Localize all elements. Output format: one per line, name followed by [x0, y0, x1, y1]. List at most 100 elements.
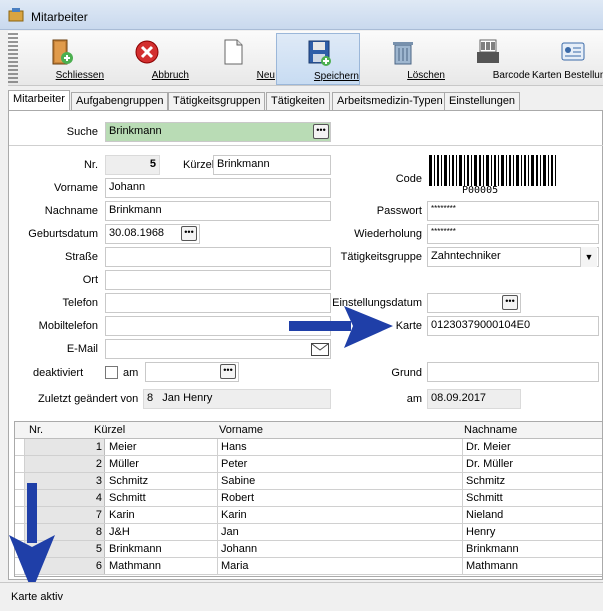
toolbar: Schliessen Abbruch Neu Speichern Löschen…: [8, 31, 603, 86]
table-row[interactable]: 3 Schmitz Sabine Schmitz: [15, 473, 602, 490]
delete-button[interactable]: Löschen: [361, 33, 445, 85]
close-button[interactable]: Schliessen: [20, 33, 104, 85]
am2-field: 08.09.2017: [427, 389, 521, 409]
arrow-annotation-status: [9, 483, 55, 591]
passwort-field[interactable]: ********: [427, 201, 599, 221]
grund-field[interactable]: [427, 362, 599, 382]
taetigkeitsgruppe-label: Tätigkeitsgruppe: [340, 251, 422, 263]
cancel-button[interactable]: Abbruch: [105, 33, 189, 85]
nr-field: 5: [105, 155, 160, 175]
cell-vorname: Sabine: [218, 473, 463, 489]
column-header-nr[interactable]: Nr.: [29, 424, 43, 436]
table-row[interactable]: 4 Schmitt Robert Schmitt: [15, 490, 602, 507]
geaendert-nr: 8: [147, 392, 154, 404]
vorname-field[interactable]: Johann: [105, 178, 331, 198]
cell-vorname: Hans: [218, 439, 463, 455]
einstellungsdatum-picker-button[interactable]: •••: [502, 295, 518, 310]
toolbar-grip[interactable]: [8, 33, 18, 83]
search-label: Suche: [66, 126, 98, 138]
kuerzel-label: Kürzel: [183, 159, 215, 171]
deaktiviert-checkbox[interactable]: [105, 366, 118, 379]
geaendert-name: Jan Henry: [162, 392, 213, 404]
row-selector[interactable]: [15, 456, 25, 472]
taetigkeitsgruppe-value: Zahntechniker: [431, 250, 501, 262]
cell-vorname: Johann: [218, 541, 463, 557]
mobiltelefon-label: Mobiltelefon: [38, 320, 98, 332]
table-row[interactable]: 1 Meier Hans Dr. Meier: [15, 439, 602, 456]
app-icon: [8, 8, 24, 22]
cell-kuerzel: J&H: [106, 524, 218, 540]
table-row[interactable]: 6 Mathmann Maria Mathmann: [15, 558, 602, 575]
cell-kuerzel: Meier: [106, 439, 218, 455]
barcode: P00005: [427, 155, 570, 198]
tab-taetigkeiten[interactable]: Tätigkeiten: [266, 92, 330, 110]
karte-field[interactable]: 01230379000104E0: [427, 316, 599, 336]
geaendert-field: 8 Jan Henry: [143, 389, 331, 409]
kuerzel-field[interactable]: Brinkmann: [213, 155, 331, 175]
arrow-annotation-karte: [289, 306, 393, 348]
status-bar: Karte aktiv: [0, 582, 603, 611]
cell-nr: 1: [25, 439, 105, 455]
table-row[interactable]: 7 Karin Karin Nieland: [15, 507, 602, 524]
new-document-icon: [224, 39, 243, 65]
taetigkeitsgruppe-select[interactable]: Zahntechniker: [427, 247, 599, 267]
save-button[interactable]: Speichern: [276, 33, 360, 85]
code-label: Code: [395, 173, 422, 185]
tab-taetigkeitsgruppen[interactable]: Tätigkeitsgruppen: [168, 92, 266, 110]
new-button[interactable]: Neu: [191, 33, 275, 85]
card-order-button[interactable]: Karten Bestellung: [531, 33, 603, 85]
cell-vorname: Karin: [218, 507, 463, 523]
exit-door-icon: [52, 39, 73, 65]
barcode-printer-icon: [477, 39, 499, 63]
cell-nachname: Schmitt: [463, 490, 602, 506]
nr-label: Nr.: [83, 159, 98, 171]
row-selector[interactable]: [15, 439, 25, 455]
column-header-kuerzel[interactable]: Kürzel: [94, 424, 125, 436]
geaendert-label: Zuletzt geändert von: [38, 393, 139, 405]
table-row[interactable]: 5 Brinkmann Johann Brinkmann: [15, 541, 602, 558]
search-lookup-button[interactable]: •••: [313, 124, 329, 139]
cell-nachname: Brinkmann: [463, 541, 602, 557]
nachname-field[interactable]: Brinkmann: [105, 201, 331, 221]
deaktiviert-label: deaktiviert: [33, 367, 84, 379]
table-row[interactable]: 8 J&H Jan Henry: [15, 524, 602, 541]
chevron-down-icon[interactable]: ▼: [580, 247, 597, 267]
cell-kuerzel: Schmitz: [106, 473, 218, 489]
karte-label: Karte: [395, 320, 422, 332]
save-icon: [308, 40, 331, 66]
cell-nachname: Nieland: [463, 507, 602, 523]
column-header-vorname[interactable]: Vorname: [219, 424, 263, 436]
divider: [9, 145, 603, 146]
grund-label: Grund: [391, 367, 422, 379]
cell-nachname: Mathmann: [463, 558, 602, 574]
wiederholung-field[interactable]: ********: [427, 224, 599, 244]
column-header-nachname[interactable]: Nachname: [464, 424, 517, 436]
search-input[interactable]: Brinkmann: [105, 122, 331, 142]
email-label: E-Mail: [66, 343, 98, 355]
id-card-icon: [561, 42, 585, 61]
tab-einstellungen[interactable]: Einstellungen: [444, 92, 521, 110]
vorname-label: Vorname: [53, 182, 98, 194]
window-title: Mitarbeiter: [31, 10, 88, 24]
deaktiviert-date-picker-button[interactable]: •••: [220, 364, 236, 379]
ort-field[interactable]: [105, 270, 331, 290]
cell-kuerzel: Schmitt: [106, 490, 218, 506]
delete-bin-icon: [393, 42, 413, 65]
ort-label: Ort: [82, 274, 98, 286]
status-text: Karte aktiv: [11, 591, 63, 603]
strasse-field[interactable]: [105, 247, 331, 267]
tab-aufgabengruppen[interactable]: Aufgabengruppen: [71, 92, 169, 110]
cell-vorname: Robert: [218, 490, 463, 506]
barcode-image: [429, 155, 556, 186]
am2-label: am: [406, 393, 422, 405]
barcode-button[interactable]: Barcode: [446, 33, 530, 85]
cell-nr: 2: [25, 456, 105, 472]
cell-vorname: Jan: [218, 524, 463, 540]
tab-mitarbeiter[interactable]: Mitarbeiter: [8, 90, 70, 111]
date-picker-button[interactable]: •••: [181, 226, 197, 241]
table-row[interactable]: 2 Müller Peter Dr. Müller: [15, 456, 602, 473]
tab-arbeitsmedizin-typen[interactable]: Arbeitsmedizin-Typen: [332, 92, 448, 110]
passwort-label: Passwort: [376, 205, 422, 217]
cell-kuerzel: Mathmann: [106, 558, 218, 574]
geburtsdatum-label: Geburtsdatum: [28, 228, 98, 240]
